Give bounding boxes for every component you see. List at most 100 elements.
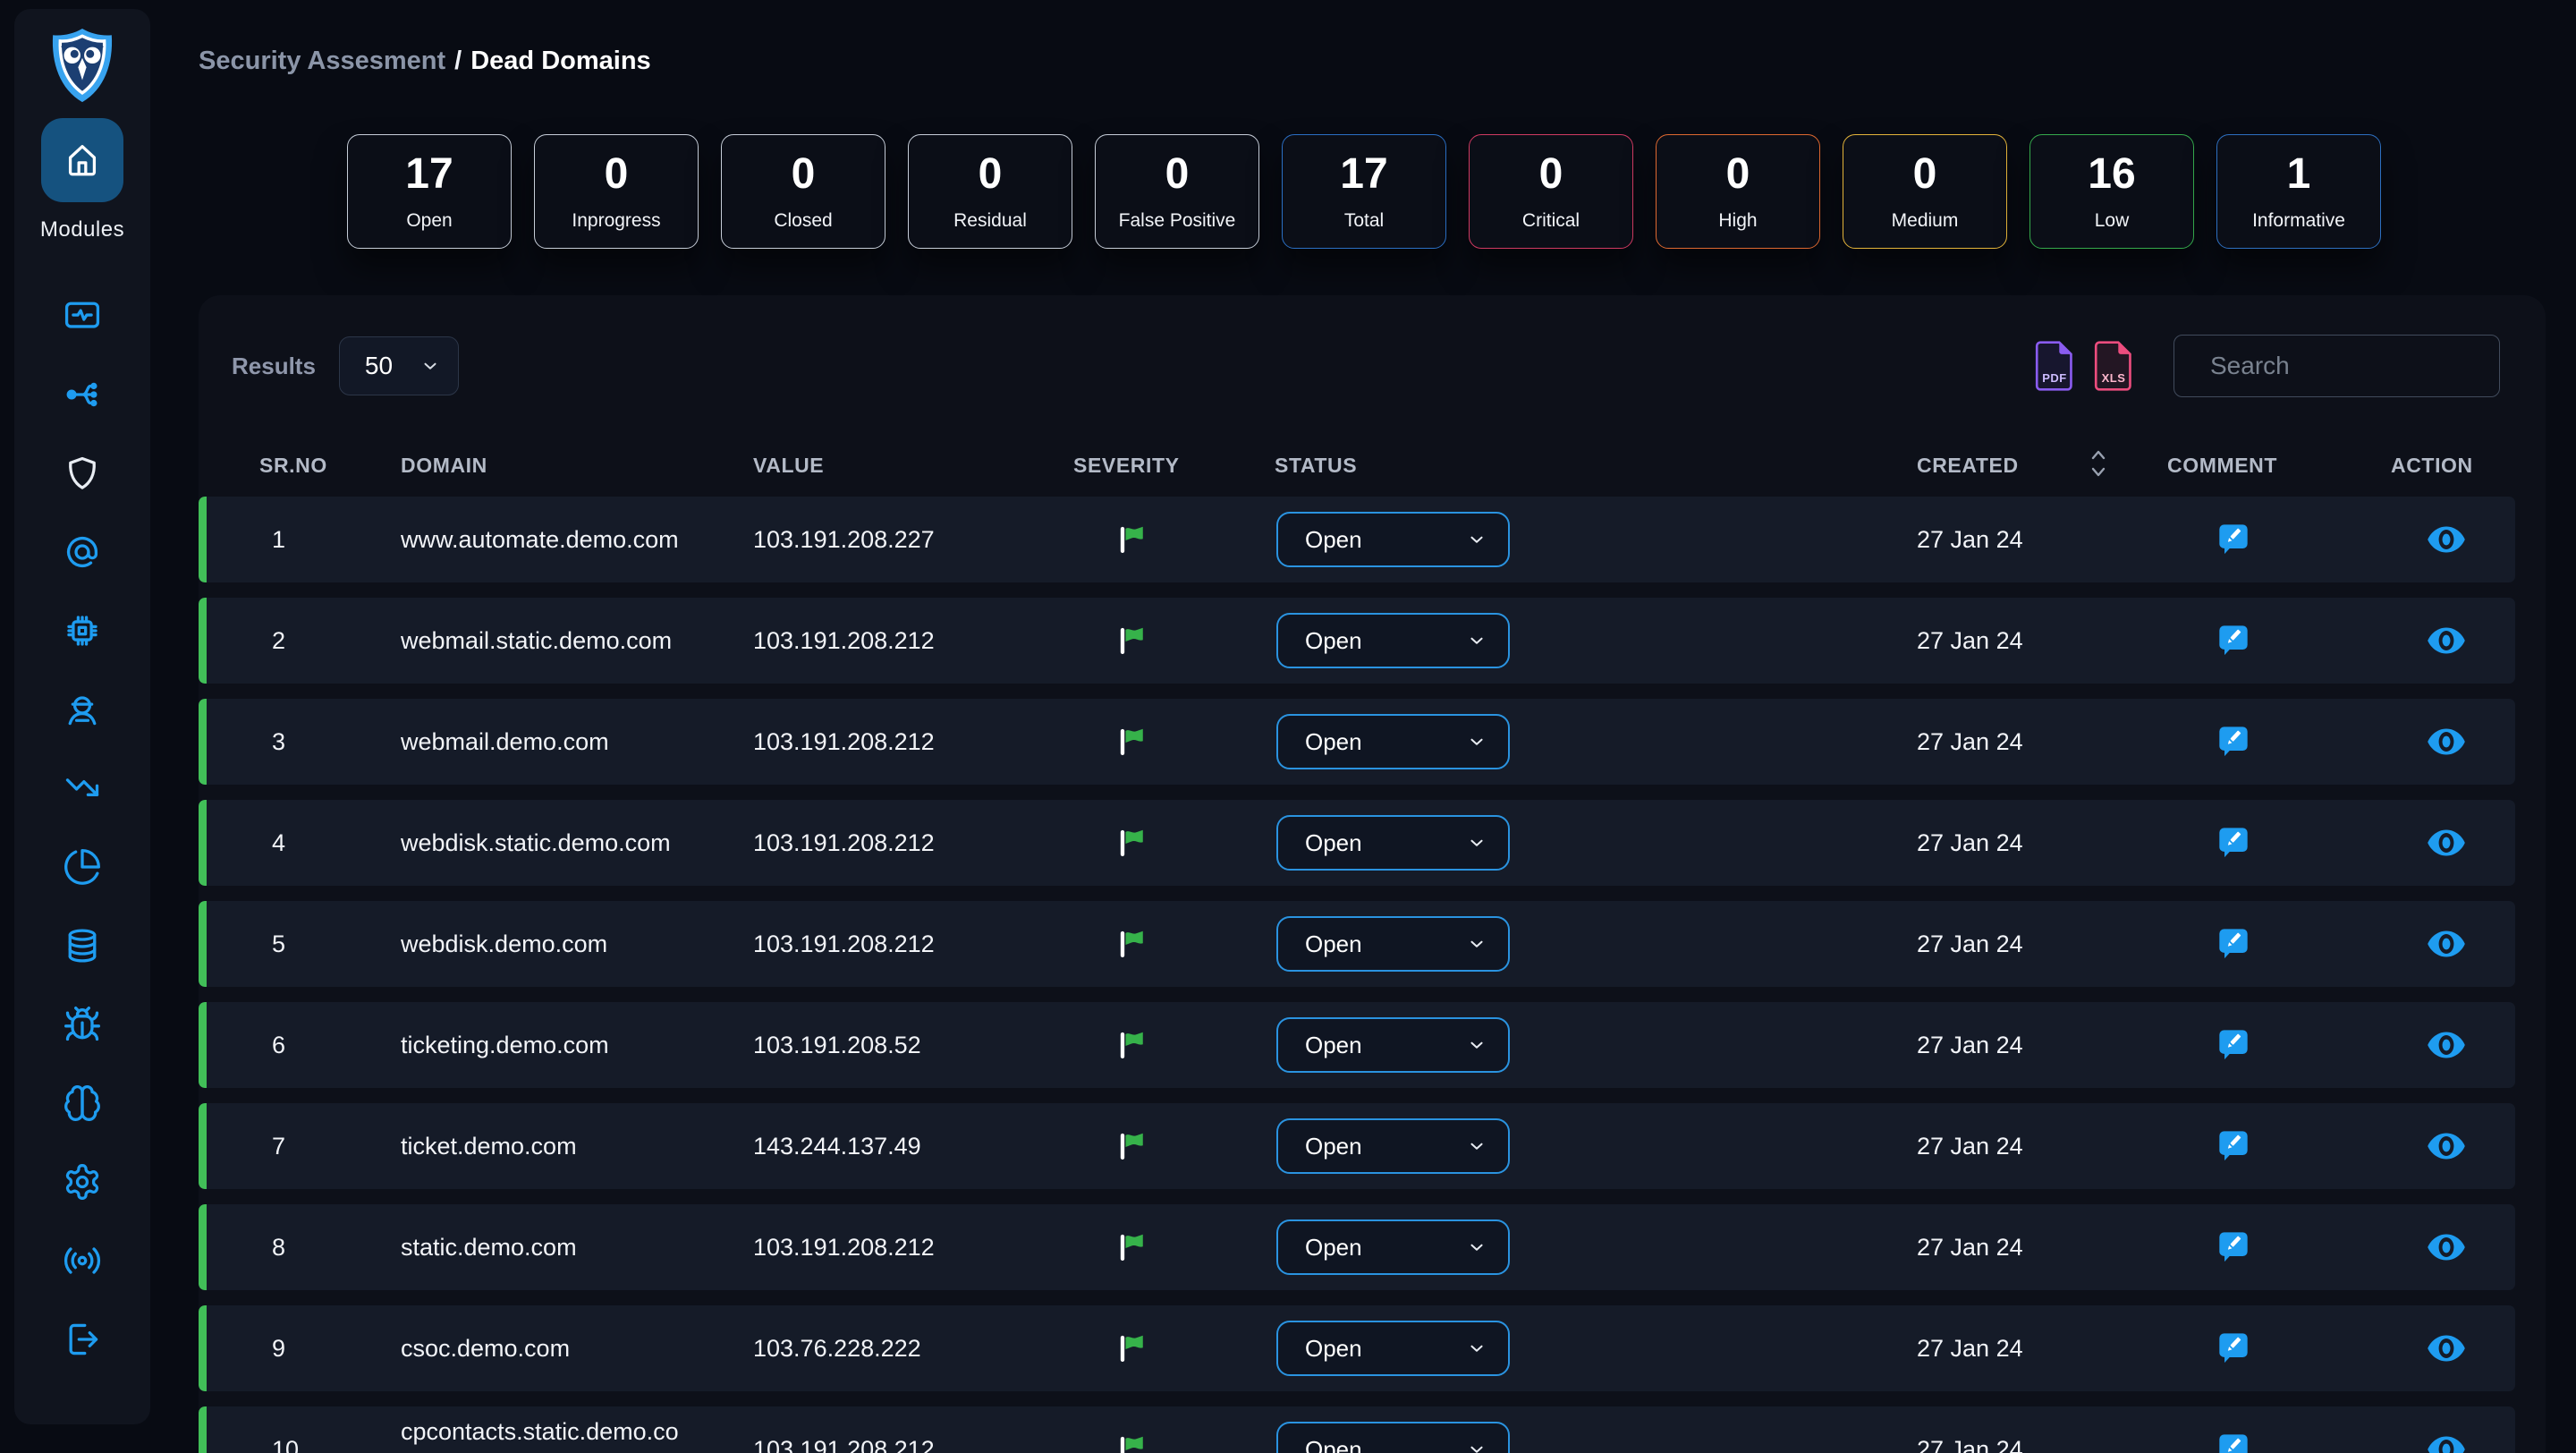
sidebar-item-data[interactable] <box>62 926 103 965</box>
severity-accent-bar <box>199 800 207 886</box>
status-select[interactable]: Open <box>1276 1321 1510 1376</box>
status-select[interactable]: Open <box>1276 1422 1510 1453</box>
status-select[interactable]: Open <box>1276 916 1510 972</box>
stat-label: Informative <box>2252 210 2345 232</box>
status-select[interactable]: Open <box>1276 613 1510 668</box>
cell-severity <box>1073 1432 1275 1453</box>
stat-label: Total <box>1344 210 1384 232</box>
view-button[interactable] <box>2426 1132 2467 1160</box>
status-select[interactable]: Open <box>1276 714 1510 769</box>
status-select[interactable]: Open <box>1276 815 1510 871</box>
cell-value: 103.191.208.212 <box>753 627 1073 655</box>
sidebar-item-intelligence[interactable] <box>62 1083 103 1123</box>
comment-button[interactable] <box>2216 1432 2250 1453</box>
status-select[interactable]: Open <box>1276 1017 1510 1073</box>
cell-action <box>2391 828 2515 857</box>
sidebar-item-reports[interactable] <box>62 847 103 887</box>
sidebar-item-monitoring[interactable] <box>62 296 103 336</box>
chevron-down-icon <box>1467 833 1487 853</box>
comment-button[interactable] <box>2216 1027 2250 1063</box>
search-input[interactable] <box>2210 352 2533 380</box>
sidebar-item-threat-actor[interactable] <box>62 690 103 729</box>
status-select[interactable]: Open <box>1276 1118 1510 1174</box>
stat-card[interactable]: 16 Low <box>2029 134 2194 249</box>
header-created: CREATED <box>1917 454 2167 478</box>
breadcrumb-section[interactable]: Security Assesment <box>199 47 445 75</box>
cell-action <box>2391 1435 2515 1453</box>
stat-card[interactable]: 0 High <box>1656 134 1820 249</box>
table-row: 5 webdisk.demo.com 103.191.208.212 Open … <box>199 901 2515 987</box>
comment-button[interactable] <box>2216 926 2250 962</box>
view-button[interactable] <box>2426 1334 2467 1363</box>
view-button[interactable] <box>2426 525 2467 554</box>
stat-card[interactable]: 0 Medium <box>1843 134 2007 249</box>
status-select[interactable]: Open <box>1276 512 1510 567</box>
sidebar-item-logout[interactable] <box>62 1320 103 1359</box>
cell-domain: ticketing.demo.com <box>401 1027 696 1064</box>
logout-icon <box>63 1320 102 1359</box>
status-select[interactable]: Open <box>1276 1219 1510 1275</box>
stat-card[interactable]: 1 Informative <box>2216 134 2381 249</box>
severity-flag-icon <box>1118 1027 1147 1063</box>
stat-card[interactable]: 0 Closed <box>721 134 886 249</box>
modules-label: Modules <box>40 217 124 242</box>
status-value: Open <box>1305 526 1362 554</box>
cell-severity <box>1073 926 1275 962</box>
eye-icon <box>2426 1233 2467 1262</box>
eye-icon <box>2426 626 2467 655</box>
comment-button[interactable] <box>2216 522 2250 557</box>
sidebar-item-broadcast[interactable] <box>62 1241 103 1280</box>
chevron-down-icon <box>1467 1035 1487 1055</box>
sidebar-item-email[interactable] <box>62 532 103 572</box>
eye-icon <box>2426 1334 2467 1363</box>
results-per-page-select[interactable]: 50 <box>339 336 459 395</box>
cell-action <box>2391 727 2515 756</box>
comment-button[interactable] <box>2216 1128 2250 1164</box>
sidebar-item-network[interactable] <box>62 375 103 414</box>
export-pdf-button[interactable]: PDF <box>2034 340 2075 392</box>
sort-created-button[interactable] <box>2089 446 2108 483</box>
stat-card[interactable]: 0 Residual <box>908 134 1072 249</box>
sidebar: Modules <box>14 9 150 1424</box>
cell-comment <box>2167 1128 2391 1164</box>
comment-button[interactable] <box>2216 825 2250 861</box>
view-button[interactable] <box>2426 930 2467 958</box>
sidebar-item-home[interactable] <box>41 118 123 202</box>
sidebar-item-settings[interactable] <box>62 1162 103 1202</box>
view-button[interactable] <box>2426 1233 2467 1262</box>
stat-card[interactable]: 17 Open <box>347 134 512 249</box>
view-button[interactable] <box>2426 1031 2467 1059</box>
stat-card[interactable]: 0 Critical <box>1469 134 1633 249</box>
cell-status: Open <box>1275 714 1917 769</box>
cell-value: 103.191.208.227 <box>753 526 1073 554</box>
comment-button[interactable] <box>2216 1330 2250 1366</box>
stat-card[interactable]: 17 Total <box>1282 134 1446 249</box>
view-button[interactable] <box>2426 727 2467 756</box>
table-row: 2 webmail.static.demo.com 103.191.208.21… <box>199 598 2515 684</box>
view-button[interactable] <box>2426 626 2467 655</box>
brain-icon <box>63 1083 102 1123</box>
status-value: Open <box>1305 1032 1362 1059</box>
comment-button[interactable] <box>2216 724 2250 760</box>
cell-created: 27 Jan 24 <box>1917 930 2167 958</box>
sidebar-item-risk-trend[interactable] <box>62 769 103 808</box>
hacker-icon <box>63 690 102 729</box>
cell-value: 103.76.228.222 <box>753 1335 1073 1363</box>
stat-card[interactable]: 0 Inprogress <box>534 134 699 249</box>
comment-button[interactable] <box>2216 623 2250 659</box>
severity-flag-icon <box>1118 724 1147 760</box>
cell-srno: 1 <box>199 526 401 554</box>
sidebar-item-vulnerabilities[interactable] <box>62 1005 103 1044</box>
sidebar-item-technology[interactable] <box>62 611 103 650</box>
stat-label: Closed <box>774 210 832 232</box>
sidebar-item-security[interactable] <box>62 454 103 493</box>
stat-value: 0 <box>792 149 816 199</box>
view-button[interactable] <box>2426 828 2467 857</box>
status-value: Open <box>1305 627 1362 655</box>
stat-label: High <box>1718 210 1757 232</box>
export-xls-button[interactable]: XLS <box>2093 340 2134 392</box>
view-button[interactable] <box>2426 1435 2467 1453</box>
comment-button[interactable] <box>2216 1229 2250 1265</box>
shield-icon <box>63 454 102 493</box>
stat-card[interactable]: 0 False Positive <box>1095 134 1259 249</box>
